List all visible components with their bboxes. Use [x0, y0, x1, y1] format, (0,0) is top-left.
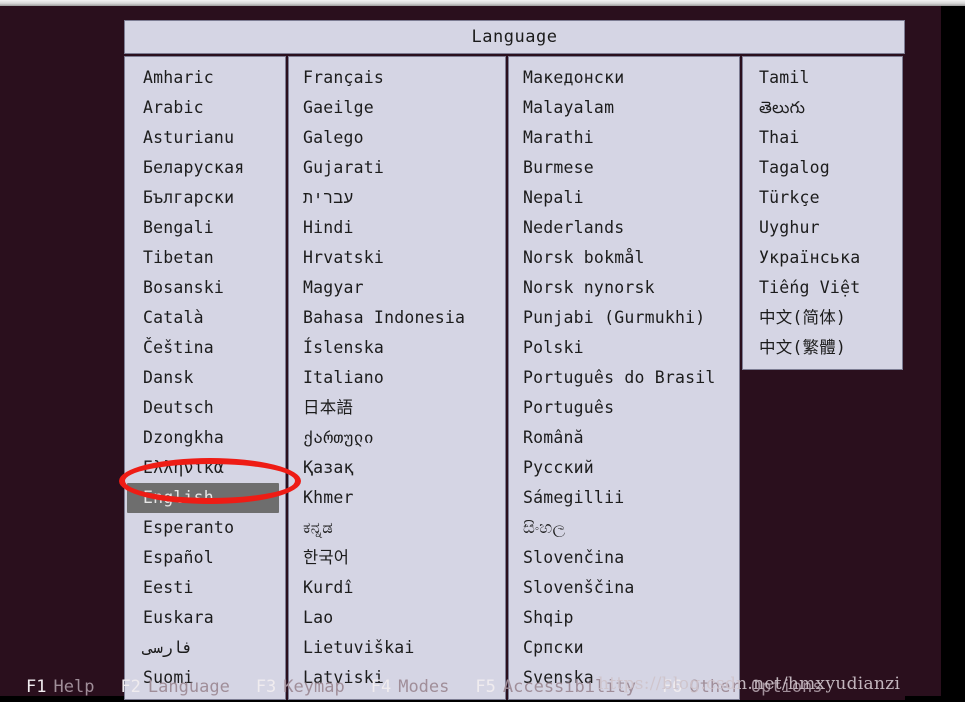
- language-item[interactable]: Hrvatski: [289, 243, 505, 273]
- right-gutter: [941, 6, 965, 696]
- language-item[interactable]: Euskara: [125, 603, 285, 633]
- function-key-f3[interactable]: F3 Keymap: [256, 677, 345, 697]
- language-item[interactable]: Marathi: [509, 123, 739, 153]
- language-item[interactable]: Bosanski: [125, 273, 285, 303]
- language-item[interactable]: Lao: [289, 603, 505, 633]
- language-item[interactable]: Dansk: [125, 363, 285, 393]
- language-item[interactable]: Burmese: [509, 153, 739, 183]
- language-item[interactable]: 中文(简体): [743, 303, 902, 333]
- language-item[interactable]: Español: [125, 543, 285, 573]
- language-item[interactable]: Arabic: [125, 93, 285, 123]
- language-item[interactable]: Íslenska: [289, 333, 505, 363]
- language-item[interactable]: Esperanto: [125, 513, 285, 543]
- language-column-3[interactable]: МакедонскиMalayalamMarathiBurmeseNepaliN…: [508, 56, 740, 700]
- language-item[interactable]: Gujarati: [289, 153, 505, 183]
- language-item[interactable]: Malayalam: [509, 93, 739, 123]
- function-key-label: F5: [475, 677, 495, 697]
- language-item[interactable]: Tamil: [743, 63, 902, 93]
- language-item[interactable]: Slovenščina: [509, 573, 739, 603]
- language-item[interactable]: Türkçe: [743, 183, 902, 213]
- language-item[interactable]: Lietuviškai: [289, 633, 505, 663]
- language-item[interactable]: Українська: [743, 243, 902, 273]
- screen: Language AmharicArabicAsturianuБеларуска…: [0, 0, 965, 696]
- language-item[interactable]: Tiếng Việt: [743, 273, 902, 303]
- language-item[interactable]: Nederlands: [509, 213, 739, 243]
- language-item[interactable]: Gaeilge: [289, 93, 505, 123]
- language-item[interactable]: Português: [509, 393, 739, 423]
- language-item[interactable]: తెలుగు: [743, 93, 902, 123]
- language-item[interactable]: Français: [289, 63, 505, 93]
- language-item[interactable]: Shqip: [509, 603, 739, 633]
- language-item[interactable]: Slovenčina: [509, 543, 739, 573]
- dialog-title-bar: Language: [124, 20, 905, 54]
- function-key-label: F3: [256, 677, 276, 697]
- installer-console: Language AmharicArabicAsturianuБеларуска…: [0, 6, 941, 696]
- language-item[interactable]: Čeština: [125, 333, 285, 363]
- language-item[interactable]: Português do Brasil: [509, 363, 739, 393]
- language-item[interactable]: Punjabi (Gurmukhi): [509, 303, 739, 333]
- language-item[interactable]: Kurdî: [289, 573, 505, 603]
- language-item[interactable]: Bahasa Indonesia: [289, 303, 505, 333]
- page-title: Language: [472, 27, 558, 47]
- language-item-selected[interactable]: English: [127, 483, 279, 513]
- language-item[interactable]: Eesti: [125, 573, 285, 603]
- language-item[interactable]: Català: [125, 303, 285, 333]
- function-key-f1[interactable]: F1 Help: [26, 677, 94, 697]
- language-item[interactable]: Bengali: [125, 213, 285, 243]
- language-item[interactable]: Беларуская: [125, 153, 285, 183]
- language-item[interactable]: Dzongkha: [125, 423, 285, 453]
- language-item[interactable]: Български: [125, 183, 285, 213]
- function-key-f4[interactable]: F4 Modes: [371, 677, 450, 697]
- language-list-container: AmharicArabicAsturianuБеларускаяБългарск…: [124, 56, 905, 700]
- language-item[interactable]: Uyghur: [743, 213, 902, 243]
- language-dialog: Language AmharicArabicAsturianuБеларуска…: [124, 20, 905, 700]
- language-item[interactable]: Ελληνικά: [125, 453, 285, 483]
- function-key-description: Keymap: [283, 677, 344, 697]
- language-item[interactable]: Sámegillii: [509, 483, 739, 513]
- language-item[interactable]: עברית: [289, 183, 505, 213]
- function-key-label: F1: [26, 677, 46, 697]
- function-key-description: Help: [53, 677, 94, 697]
- language-item[interactable]: Italiano: [289, 363, 505, 393]
- language-item[interactable]: 日本語: [289, 393, 505, 423]
- function-key-description: Modes: [398, 677, 449, 697]
- language-item[interactable]: 한국어: [289, 543, 505, 573]
- language-item[interactable]: Magyar: [289, 273, 505, 303]
- language-item[interactable]: Hindi: [289, 213, 505, 243]
- language-item[interactable]: Nepali: [509, 183, 739, 213]
- language-item[interactable]: Polski: [509, 333, 739, 363]
- language-item[interactable]: Thai: [743, 123, 902, 153]
- function-key-label: F2: [120, 677, 140, 697]
- language-item[interactable]: Русский: [509, 453, 739, 483]
- language-item[interactable]: Tibetan: [125, 243, 285, 273]
- language-item[interactable]: فارسی: [125, 633, 285, 663]
- function-key-description: Language: [148, 677, 230, 697]
- language-item[interactable]: Қазақ: [289, 453, 505, 483]
- language-item[interactable]: සිංහල: [509, 513, 739, 543]
- function-key-label: F4: [371, 677, 391, 697]
- language-item[interactable]: Asturianu: [125, 123, 285, 153]
- language-item[interactable]: Khmer: [289, 483, 505, 513]
- language-item[interactable]: Deutsch: [125, 393, 285, 423]
- language-item[interactable]: ಕನ್ನಡ: [289, 513, 505, 543]
- language-item[interactable]: Norsk bokmål: [509, 243, 739, 273]
- language-item[interactable]: Српски: [509, 633, 739, 663]
- language-column-1[interactable]: AmharicArabicAsturianuБеларускаяБългарск…: [124, 56, 286, 700]
- language-item[interactable]: Română: [509, 423, 739, 453]
- watermark-text: https://blog.csdn.net/hmxyudianzi: [598, 674, 900, 694]
- function-key-f2[interactable]: F2 Language: [120, 677, 229, 697]
- language-column-4[interactable]: TamilతెలుగుThaiTagalogTürkçeUyghurУкраїн…: [742, 56, 903, 370]
- language-item[interactable]: ქართული: [289, 423, 505, 453]
- language-item[interactable]: Galego: [289, 123, 505, 153]
- language-item[interactable]: Македонски: [509, 63, 739, 93]
- language-item[interactable]: Norsk nynorsk: [509, 273, 739, 303]
- language-item[interactable]: Amharic: [125, 63, 285, 93]
- language-item[interactable]: Tagalog: [743, 153, 902, 183]
- language-item[interactable]: 中文(繁體): [743, 333, 902, 363]
- language-column-2[interactable]: FrançaisGaeilgeGalegoGujaratiעבריתHindiH…: [288, 56, 506, 700]
